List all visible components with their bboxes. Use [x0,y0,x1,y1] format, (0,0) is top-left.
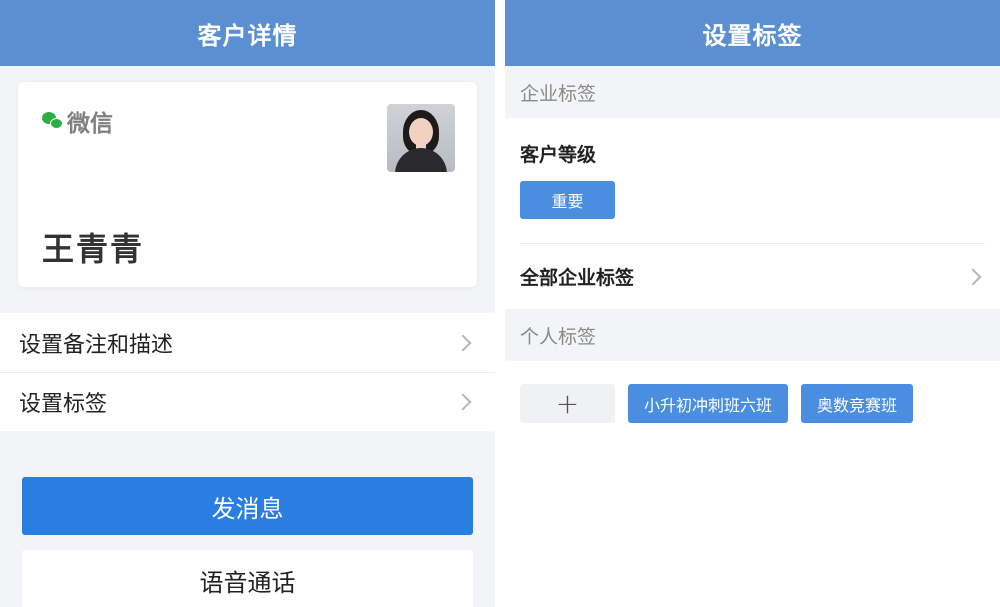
menu-item-remarks[interactable]: 设置备注和描述 [0,313,495,372]
source-badge: 微信 [42,104,113,138]
all-corporate-tags-row[interactable]: 全部企业标签 [520,243,985,309]
customer-name: 王青青 [42,230,145,268]
customer-level-title: 客户等级 [520,144,597,166]
personal-tag-chip[interactable]: 奥数竞赛班 [801,384,914,423]
send-message-button[interactable]: 发消息 [22,477,473,535]
personal-tags-section-header: 个人标签 [505,309,1000,361]
voice-call-button[interactable]: 语音通话 [22,550,473,607]
avatar[interactable] [387,104,455,172]
page-title: 客户详情 [0,0,495,66]
chevron-right-icon [454,334,472,351]
personal-tag-chip[interactable]: 小升初冲刺班六班 [628,384,789,423]
add-tag-button[interactable]: + [520,384,615,423]
wechat-icon [42,110,64,132]
menu-item-label: 设置备注和描述 [19,332,174,358]
menu-item-label: 设置标签 [19,392,108,417]
settings-menu: 设置备注和描述 设置标签 [0,313,495,431]
set-tags-screen: 设置标签 企业标签 客户等级 重要 全部企业标签 个人标签 + 小升初冲刺班六班… [505,0,1000,607]
personal-tags-list: + 小升初冲刺班六班 奥数竞赛班 [505,361,1000,446]
corporate-tags-section-header: 企业标签 [505,66,1000,118]
customer-card: 微信 王青青 [18,82,477,287]
source-label: 微信 [67,111,113,137]
tag-chip-important[interactable]: 重要 [520,181,615,219]
chevron-right-icon [454,393,472,411]
page-title: 设置标签 [505,0,1000,66]
customer-detail-screen: 客户详情 微信 王青青 设置备注和描述 设置标签 发消息 语音通话 [0,0,495,607]
chevron-right-icon [964,268,982,285]
menu-item-tags[interactable]: 设置标签 [0,372,495,431]
customer-level-group: 客户等级 重要 全部企业标签 [505,118,1000,309]
all-corporate-tags-label: 全部企业标签 [520,267,635,289]
